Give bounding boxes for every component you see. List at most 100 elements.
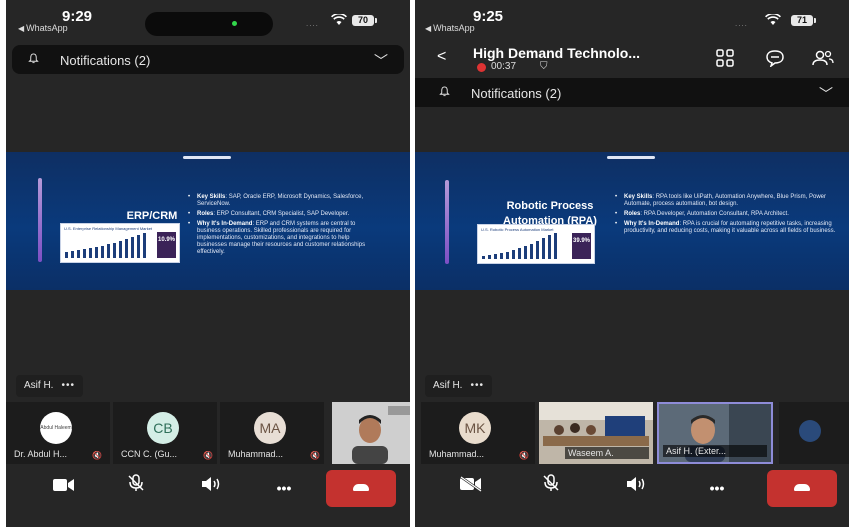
mic-toggle-button[interactable] [116,472,156,504]
participant-name: Muhammad... [228,449,284,459]
chart-bar [548,235,551,259]
chart-bar [482,256,485,259]
slide-bullets: Key Skills: SAP, Oracle ERP, Microsoft D… [188,194,378,259]
mic-off-icon [128,474,144,491]
drag-handle[interactable] [607,156,655,159]
mic-muted-icon: 🔇 [92,451,102,460]
bullet-item: Key Skills: SAP, Oracle ERP, Microsoft D… [188,194,378,208]
chart-bar [143,233,146,258]
mic-off-icon [543,474,559,491]
bullet-item: Why It's In-Demand: ERP and CRM systems … [188,221,378,256]
chevron-down-icon[interactable]: ﹀ [374,51,388,71]
hang-up-icon [353,484,369,491]
chart-bar [530,244,533,259]
video-camera-icon [53,479,74,491]
chart-bar [89,248,92,258]
chart-bar [113,243,116,258]
speaker-icon [627,477,645,491]
participant-avatar: MK [459,412,491,444]
slide-chart: U.S. Enterprise Relationship Management … [60,223,180,263]
participant-video-tile[interactable] [332,402,410,464]
back-triangle-icon: ◀ [18,24,25,33]
shared-slide: Robotic Process Automation (RPA) U.S. Ro… [415,152,849,290]
speaker-button[interactable] [617,472,657,504]
chart-bar [107,244,110,258]
participant-tile[interactable]: MK Muhammad... 🔇 [421,402,535,464]
more-button[interactable]: ••• [697,472,737,504]
chart-bar [137,235,140,258]
bullet-item: Why It's In-Demand: RPA is crucial for a… [615,221,837,235]
chart-bar [536,241,539,259]
participant-avatar: MA [254,412,286,444]
active-speaker-label[interactable]: Asif H. ••• [16,375,83,397]
chart-stat-box: 39.9% [572,233,591,259]
status-bar: 9:25 ◀ WhatsApp .... 71 [415,0,849,40]
chart-bar [524,246,527,259]
chart-bar [542,238,545,259]
chart-bar [518,248,521,259]
chart-bar [494,254,497,259]
participant-video-tile[interactable]: Waseem A. [539,402,653,464]
signal-icon: .... [306,19,319,28]
more-options-icon[interactable]: ••• [61,380,75,391]
notifications-label: Notifications (2) [471,86,562,101]
shield-icon: ⛉ [540,61,548,72]
chart-caption: U.S. Enterprise Relationship Management … [64,226,153,231]
speaker-button[interactable] [192,472,232,504]
wifi-icon [331,13,347,29]
camera-toggle-button[interactable] [451,472,491,504]
mic-muted-icon: 🔇 [519,451,529,460]
back-to-whatsapp[interactable]: ◀ WhatsApp [425,23,475,33]
camera-indicator-icon [232,21,237,26]
active-speaker-label[interactable]: Asif H. ••• [425,375,492,397]
chart-bar [101,246,104,258]
status-bar: 9:29 ◀ WhatsApp .... 70 [6,0,410,40]
shared-slide: ERP/CRM U.S. Enterprise Relationship Man… [6,152,410,290]
participant-avatar: CB [147,412,179,444]
participant-name: Asif H. (Exter... [663,445,767,457]
end-call-button[interactable] [326,470,396,507]
left-phone-screen: 9:29 ◀ WhatsApp .... 70 Notifications (2)… [6,0,410,527]
grid-view-icon[interactable] [713,49,737,69]
participant-name: CCN C. (Gu... [121,449,178,459]
status-time: 9:25 [473,8,504,25]
notifications-bar[interactable]: Notifications (2) ﹀ [12,45,404,74]
notifications-bar[interactable]: Notifications (2) ﹀ [415,78,849,107]
bullet-item: Roles: ERP Consultant, CRM Specialist, S… [188,211,378,218]
slide-title: ERP/CRM [126,210,178,222]
mic-muted-icon: 🔇 [203,451,213,460]
wifi-icon [765,13,781,29]
recording-icon [477,63,486,72]
participant-tile[interactable]: Abdul Haleem Dr. Abdul H... 🔇 [6,402,110,464]
chart-bar [95,247,98,258]
participant-tile[interactable] [779,402,849,464]
dynamic-island [145,12,273,36]
back-to-whatsapp[interactable]: ◀ WhatsApp [18,23,68,33]
chat-icon[interactable] [763,49,787,69]
participant-tile[interactable]: MA Muhammad... 🔇 [220,402,324,464]
signal-icon: .... [735,19,748,28]
more-button[interactable]: ••• [264,472,304,504]
chart-stat-box: 10.9% [157,232,176,258]
participant-video-tile[interactable]: Asif H. (Exter... [657,402,773,464]
chart-bar [512,250,515,259]
camera-toggle-button[interactable] [44,472,84,504]
meeting-title: High Demand Technolo... [473,45,640,61]
more-options-icon[interactable]: ••• [470,380,484,391]
participants-icon[interactable] [811,49,835,69]
end-call-button[interactable] [767,470,837,507]
slide-bullets: Key Skills: RPA tools like UiPath, Autom… [615,194,837,238]
chart-bar [488,255,491,259]
participant-name: Muhammad... [429,449,485,459]
chart-caption: U.S. Robotic Process Automation Market [481,227,554,232]
chevron-down-icon[interactable]: ﹀ [819,84,833,104]
mic-toggle-button[interactable] [531,472,571,504]
battery-icon: 71 [791,15,816,26]
participant-tile[interactable]: CB CCN C. (Gu... 🔇 [113,402,217,464]
chart-bar [77,250,80,258]
drag-handle[interactable] [183,156,231,159]
back-chevron-icon[interactable]: < [437,48,446,66]
bell-icon [28,53,39,64]
ellipsis-icon: ••• [709,480,725,496]
participant-name: Waseem A. [565,447,649,459]
